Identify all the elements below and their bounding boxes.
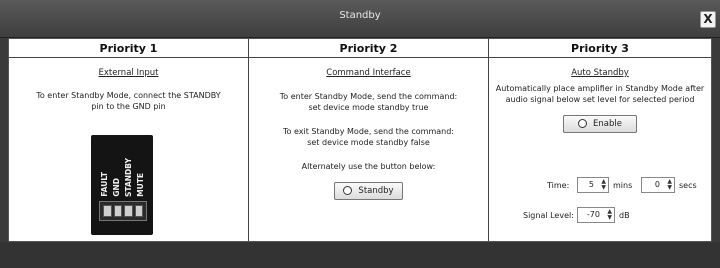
exit-standby-instruction: To exit Standby Mode, send the command: [283,127,454,136]
mins-unit: mins [613,181,633,190]
priority-2-header: Priority 2 [249,39,488,58]
bottom-bar [0,242,720,268]
priority-panel: Priority 1 External Input To enter Stand… [8,38,712,242]
standby-button[interactable]: Standby [334,181,403,200]
enable-button-label: Enable [593,118,622,129]
pin-label-standby: STANDBY [124,158,133,197]
alternate-text: Alternately use the button below: [301,162,436,171]
priority-3-header: Priority 3 [489,39,711,58]
radio-circle-icon [578,119,588,128]
external-input-description: To enter Standby Mode, connect the STAND… [36,91,221,111]
standby-button-label: Standby [358,185,394,196]
spinner-arrows-icon[interactable]: ▲ ▼ [601,179,606,191]
radio-circle-icon [343,186,353,195]
connector-pins [99,201,147,221]
pin-label-gnd: GND [112,178,121,197]
title-bar: Standby X [0,0,720,38]
signal-level-label: Signal Level: [523,211,574,220]
spinner-arrows-icon[interactable]: ▲ ▼ [607,209,612,221]
window-title: Standby [339,10,381,21]
secs-value: 0 [654,180,660,189]
priority-1-header: Priority 1 [9,39,248,58]
pin-label-mute: MUTE [136,173,145,197]
standby-window: Standby X Priority 1 External Input To e… [0,0,720,268]
external-input-title: External Input [98,68,159,78]
secs-spinner[interactable]: 0 ▲ ▼ [641,177,675,193]
exit-standby-text: To exit Standby Mode, send the command: … [249,126,488,148]
command-interface-title: Command Interface [326,68,411,78]
enter-standby-command: set device mode standby true [308,103,429,112]
mins-spinner[interactable]: 5 ▲ ▼ [577,177,609,193]
signal-level-value: -70 [586,210,600,219]
mins-value: 5 [588,180,594,189]
priority-1-column: Priority 1 External Input To enter Stand… [9,39,249,241]
signal-level-unit: dB [619,211,630,220]
auto-standby-title: Auto Standby [571,68,629,78]
close-button[interactable]: X [700,11,716,28]
time-label: Time: [547,181,570,190]
priority-3-column: Priority 3 Auto Standby Automatically pl… [489,39,711,241]
enable-button[interactable]: Enable [563,114,637,133]
exit-standby-command: set device mode standby false [307,138,430,147]
standby-connector-image: FAULT GND STANDBY MUTE [91,135,153,235]
signal-level-spinner[interactable]: -70 ▲ ▼ [577,207,615,223]
secs-unit: secs [679,181,697,190]
auto-standby-description: Automatically place amplifier in Standby… [495,84,705,104]
enter-standby-text: To enter Standby Mode, send the command:… [249,91,488,113]
enter-standby-instruction: To enter Standby Mode, send the command: [279,92,458,101]
pin-label-fault: FAULT [100,172,109,197]
spinner-arrows-icon[interactable]: ▲ ▼ [667,179,672,191]
priority-2-column: Priority 2 Command Interface To enter St… [249,39,489,241]
